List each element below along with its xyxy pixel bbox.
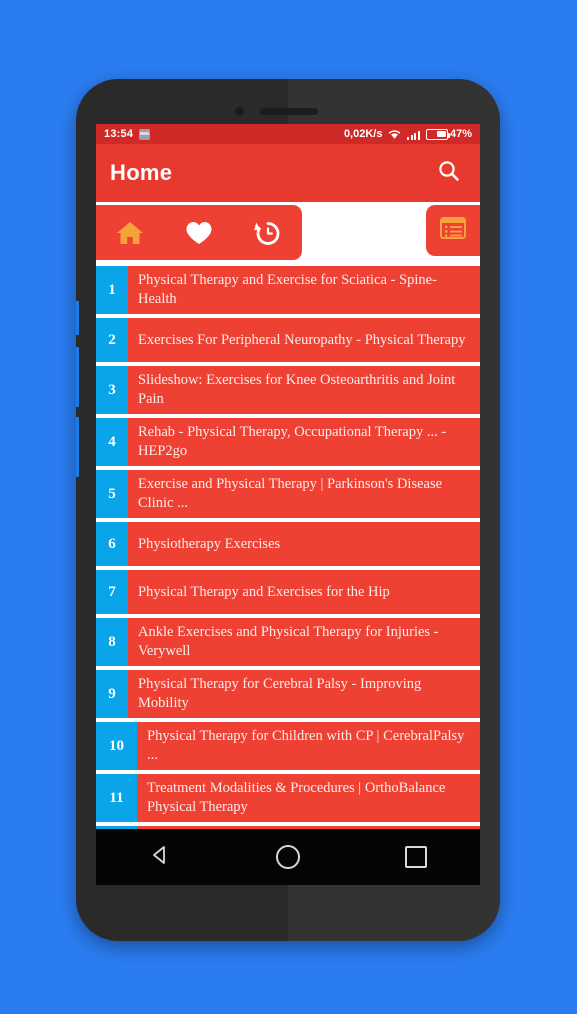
tab-bar (96, 202, 480, 264)
back-triangle-icon (149, 844, 171, 871)
row-title: Physical Therapy and Exercise for Sciati… (138, 272, 437, 307)
table-row[interactable]: 4 Rehab - Physical Therapy, Occupational… (96, 418, 480, 466)
heart-icon (184, 219, 214, 247)
row-number-badge: 8 (96, 618, 128, 666)
status-time: 13:54 (104, 128, 134, 140)
table-row[interactable]: 3 Slideshow: Exercises for Knee Osteoart… (96, 366, 480, 414)
tab-favorites[interactable] (165, 205, 234, 260)
side-button-power[interactable] (76, 301, 79, 335)
nav-back-button[interactable] (128, 837, 192, 877)
recents-square-icon (405, 846, 427, 868)
table-row[interactable]: 12 Physical Therapy Center - Exercises, … (96, 826, 480, 829)
table-row[interactable]: 8 Ankle Exercises and Physical Therapy f… (96, 618, 480, 666)
row-number-badge: 3 (96, 366, 128, 414)
speaker-grille-icon (260, 108, 318, 115)
table-row[interactable]: 9 Physical Therapy for Cerebral Palsy - … (96, 670, 480, 718)
row-number-badge: 5 (96, 470, 128, 518)
row-title: Physical Therapy for Children with CP | … (147, 728, 465, 763)
table-row[interactable]: 1 Physical Therapy and Exercise for Scia… (96, 266, 480, 314)
tab-history[interactable] (233, 205, 302, 260)
android-navigation-bar (96, 829, 480, 885)
cellular-signal-icon (407, 129, 420, 140)
home-icon (115, 219, 145, 247)
row-number-badge: 12 (96, 826, 137, 829)
row-number-badge: 2 (96, 318, 128, 362)
row-number-badge: 6 (96, 522, 128, 566)
app-bar: Home (96, 144, 480, 202)
row-title: Physical Therapy for Cerebral Palsy - Im… (138, 676, 422, 711)
row-title: Slideshow: Exercises for Knee Osteoarthr… (138, 372, 456, 407)
row-number-badge: 7 (96, 570, 128, 614)
row-title: Physiotherapy Exercises (138, 535, 281, 552)
table-row[interactable]: 6 Physiotherapy Exercises (96, 522, 480, 566)
row-title: Rehab - Physical Therapy, Occupational T… (138, 424, 447, 459)
list-view-icon (438, 215, 468, 246)
row-title: Exercises For Peripheral Neuropathy - Ph… (138, 331, 466, 348)
home-circle-icon (276, 845, 300, 869)
page-title: Home (110, 160, 173, 185)
row-title: Exercise and Physical Therapy | Parkinso… (138, 476, 443, 511)
row-title: Ankle Exercises and Physical Therapy for… (138, 624, 439, 659)
row-number-badge: 9 (96, 670, 128, 718)
tab-bar-spacer (302, 202, 426, 264)
row-number-badge: 4 (96, 418, 128, 466)
history-icon (253, 219, 283, 247)
network-speed-label: 0,02K/s (343, 128, 383, 140)
wifi-icon (388, 129, 401, 140)
list-view-button[interactable] (426, 205, 480, 256)
row-number-badge: 1 (96, 266, 128, 314)
app-notification-icon (139, 128, 151, 140)
row-title: Physical Therapy and Exercises for the H… (138, 583, 390, 600)
search-icon (436, 158, 462, 189)
side-button-volume-down[interactable] (76, 417, 79, 477)
side-button-volume-up[interactable] (76, 347, 79, 407)
battery-icon (425, 128, 451, 140)
row-number-badge: 10 (96, 722, 137, 770)
nav-home-button[interactable] (256, 837, 320, 877)
battery-percent-label: 47% (449, 128, 472, 140)
table-row[interactable]: 5 Exercise and Physical Therapy | Parkin… (96, 470, 480, 518)
tab-group (96, 205, 302, 260)
result-list[interactable]: 1 Physical Therapy and Exercise for Scia… (96, 264, 480, 829)
phone-bezel: 13:54 0,02K/s 47% Home 1 Physical Therap… (76, 79, 500, 941)
phone-screen: 13:54 0,02K/s 47% Home 1 Physical Therap… (96, 124, 480, 885)
table-row[interactable]: 11 Treatment Modalities & Procedures | O… (96, 774, 480, 822)
tab-home[interactable] (96, 205, 165, 260)
table-row[interactable]: 2 Exercises For Peripheral Neuropathy - … (96, 318, 480, 362)
table-row[interactable]: 10 Physical Therapy for Children with CP… (96, 722, 480, 770)
search-button[interactable] (432, 156, 466, 190)
table-row[interactable]: 7 Physical Therapy and Exercises for the… (96, 570, 480, 614)
row-number-badge: 11 (96, 774, 137, 822)
row-title: Treatment Modalities & Procedures | Orth… (147, 780, 446, 815)
phone-device: 13:54 0,02K/s 47% Home 1 Physical Therap… (76, 79, 500, 941)
front-camera-icon (235, 107, 244, 116)
status-bar: 13:54 0,02K/s 47% (96, 124, 480, 144)
row-title: Physical Therapy Center - Exercises, Str… (137, 826, 480, 829)
nav-recents-button[interactable] (384, 837, 448, 877)
